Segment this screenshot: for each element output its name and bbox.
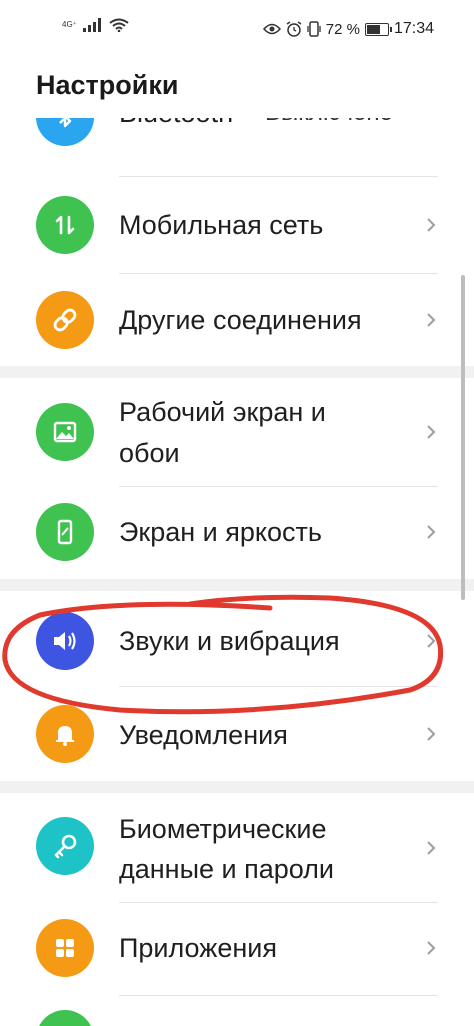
chevron-right-icon — [427, 634, 436, 648]
bell-icon — [36, 705, 94, 763]
mobile-network-label: Мобильная сеть — [119, 210, 324, 240]
page-title: Настройки — [36, 70, 179, 100]
eye-icon — [262, 23, 281, 35]
chevron-right-icon — [427, 218, 436, 232]
battery-percent: 72 % — [325, 20, 360, 38]
wifi-icon — [109, 18, 129, 32]
signal-icon — [82, 18, 101, 32]
battery-icon — [364, 22, 392, 36]
network-type: 4G⁺ — [62, 20, 77, 29]
chevron-right-icon — [427, 727, 436, 741]
list-item-bluetooth[interactable]: Bluetooth Выключено — [0, 118, 474, 178]
alarm-icon — [286, 21, 302, 37]
list-item-notifications[interactable]: Уведомления — [0, 687, 474, 781]
section-gap — [0, 579, 474, 591]
bluetooth-status: Выключено — [265, 118, 393, 133]
notifications-label: Уведомления — [119, 720, 288, 750]
home-screen-label-line2: обои — [119, 438, 180, 468]
chevron-right-icon — [427, 425, 436, 439]
battery-fill — [366, 24, 380, 34]
scrollbar[interactable] — [461, 275, 465, 600]
apps-label: Приложения — [119, 933, 277, 963]
section-gap — [0, 781, 474, 793]
display-label: Экран и яркость — [119, 517, 322, 547]
settings-list[interactable]: Bluetooth Выключено Мобильная сеть Други… — [0, 118, 474, 1026]
chevron-right-icon — [427, 941, 436, 955]
list-item-other-connections[interactable]: Другие соединения — [0, 274, 474, 366]
phone-icon — [36, 503, 94, 561]
partial-item-icon — [36, 1010, 94, 1026]
link-icon — [36, 291, 94, 349]
key-icon — [36, 817, 94, 875]
bluetooth-label: Bluetooth — [119, 118, 233, 133]
list-item-apps[interactable]: Приложения — [0, 903, 474, 995]
status-left: 4G⁺ — [62, 18, 129, 32]
list-item-home-screen[interactable]: Рабочий экран и обои — [0, 378, 474, 486]
chevron-right-icon — [427, 525, 436, 539]
other-connections-label: Другие соединения — [119, 305, 362, 335]
status-bar: 4G⁺ 72 % 17:34 — [0, 0, 474, 62]
list-item-biometrics[interactable]: Биометрические данные и пароли — [0, 793, 474, 902]
status-right: 72 % 17:34 — [262, 20, 434, 38]
speaker-icon — [36, 612, 94, 670]
biometrics-label-line2: данные и пароли — [119, 854, 335, 884]
image-icon — [36, 403, 94, 461]
section-gap — [0, 366, 474, 378]
chevron-right-icon — [427, 313, 436, 327]
vibrate-icon — [307, 21, 321, 37]
clock: 17:34 — [393, 20, 434, 37]
chevron-right-icon — [427, 841, 436, 855]
apps-icon — [36, 919, 94, 977]
list-item-display[interactable]: Экран и яркость — [0, 487, 474, 579]
mobile-data-icon — [36, 196, 94, 254]
list-item-mobile-network[interactable]: Мобильная сеть — [0, 177, 474, 273]
sounds-label: Звуки и вибрация — [119, 626, 340, 656]
home-screen-label-line1: Рабочий экран и — [119, 397, 326, 427]
biometrics-label-line1: Биометрические — [119, 814, 327, 844]
bluetooth-icon — [36, 118, 94, 146]
list-item-sounds[interactable]: Звуки и вибрация — [0, 591, 474, 686]
list-item-partial[interactable] — [0, 996, 474, 1026]
